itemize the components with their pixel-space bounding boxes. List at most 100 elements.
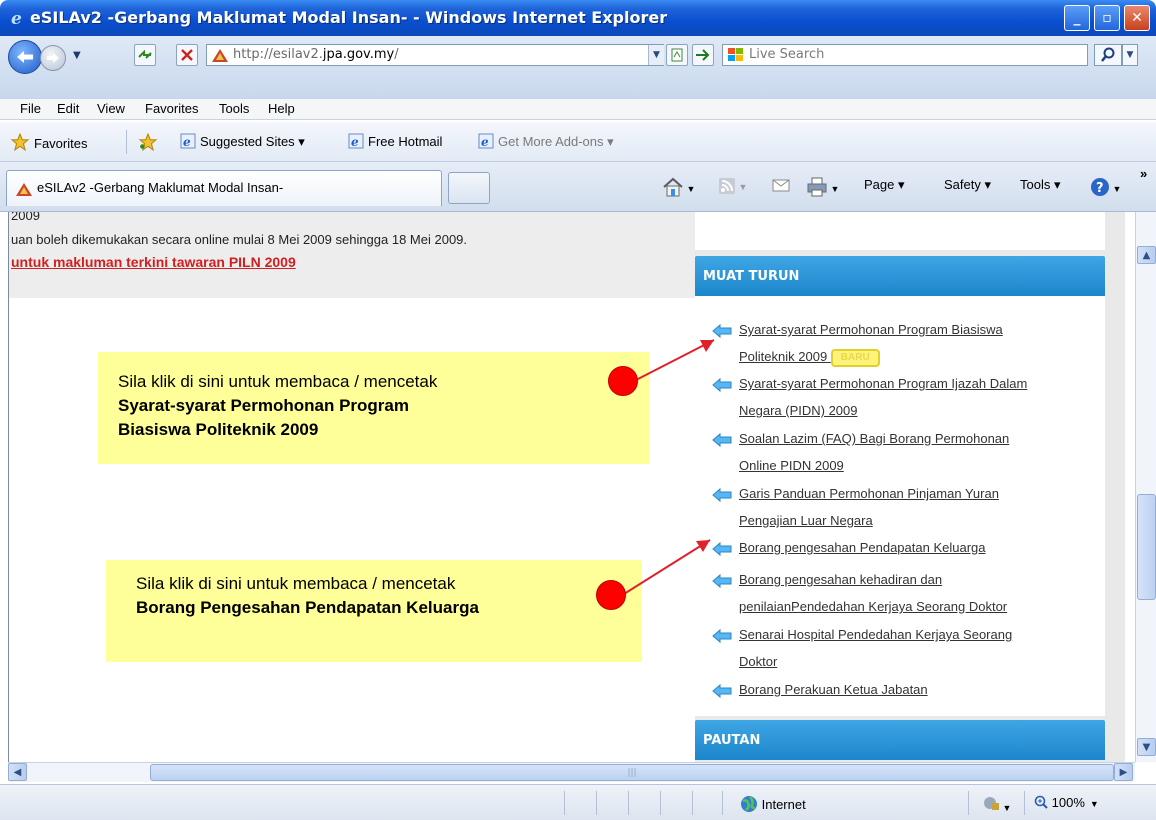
- ie-page-icon: e: [478, 133, 494, 149]
- status-divider: [596, 791, 597, 815]
- new-tab-button[interactable]: [448, 172, 490, 204]
- forward-button[interactable]: [40, 45, 66, 71]
- address-dropdown-icon[interactable]: ▼: [648, 45, 664, 65]
- minimize-button[interactable]: _: [1064, 5, 1090, 31]
- favorites-bar: Favorites e Suggested Sites ▾ e Free Hotma…: [0, 122, 1156, 162]
- print-button[interactable]: ▼: [806, 177, 839, 200]
- download-item-line1[interactable]: Borang pengesahan Pendapatan Keluarga: [739, 540, 986, 555]
- fav-get-more-addons[interactable]: e Get More Add-ons ▾: [478, 133, 614, 150]
- svg-text:e: e: [183, 135, 191, 149]
- piln-2009-link[interactable]: untuk makluman terkini tawaran PILN 2009: [11, 254, 296, 270]
- menu-tools[interactable]: Tools: [219, 101, 249, 116]
- close-button[interactable]: ✕: [1124, 5, 1150, 31]
- download-item-line1[interactable]: Senarai Hospital Pendedahan Kerjaya Seor…: [739, 627, 1012, 642]
- horizontal-scrollbar[interactable]: ◀ ||| ▶: [8, 762, 1135, 782]
- compatibility-view-button[interactable]: [134, 44, 156, 66]
- toolbar-overflow-chevron[interactable]: »: [1140, 166, 1147, 181]
- tools-menu[interactable]: Tools ▾: [1020, 177, 1061, 193]
- zoom-magnifier-icon: [1034, 795, 1048, 809]
- search-input[interactable]: Live Search: [722, 44, 1088, 66]
- scroll-right-icon[interactable]: ▶: [1114, 763, 1133, 781]
- download-item-line1[interactable]: Garis Panduan Permohonan Pinjaman Yuran: [739, 486, 999, 501]
- forward-arrow-icon: [47, 53, 59, 63]
- horizontal-scroll-thumb[interactable]: |||: [150, 764, 1114, 781]
- scroll-left-icon[interactable]: ◀: [8, 763, 27, 781]
- download-item-line2[interactable]: Pengajian Luar Negara: [739, 513, 873, 528]
- tab-title: eSILAv2 -Gerbang Maklumat Modal Insan-: [37, 180, 284, 195]
- announcement-year: 2009: [11, 212, 40, 223]
- security-zone[interactable]: Internet: [740, 795, 806, 813]
- fav-free-hotmail[interactable]: e Free Hotmail: [348, 133, 442, 149]
- download-item-line1[interactable]: Syarat-syarat Permohonan Program Ijazah …: [739, 376, 1027, 391]
- protected-mode-button[interactable]: ▼: [982, 795, 1011, 814]
- recent-pages-dropdown-icon[interactable]: ▼: [73, 50, 81, 61]
- search-options-dropdown-icon[interactable]: ▼: [1122, 44, 1138, 66]
- download-item-line2[interactable]: Negara (PIDN) 2009: [739, 403, 858, 418]
- announcement-area: 2009 uan boleh dikemukakan secara online…: [9, 212, 695, 298]
- favbar-divider: [126, 130, 127, 154]
- stop-button[interactable]: [176, 44, 198, 66]
- tab-active[interactable]: eSILAv2 -Gerbang Maklumat Modal Insan-: [6, 170, 442, 206]
- vertical-scroll-thumb[interactable]: [1137, 494, 1156, 600]
- callout-1-bold-line2: Biasiswa Politeknik 2009: [118, 420, 319, 439]
- status-divider: [722, 791, 723, 815]
- safety-menu[interactable]: Safety ▾: [944, 177, 991, 193]
- download-item-line2[interactable]: penilaianPendedahan Kerjaya Seorang Dokt…: [739, 599, 1007, 614]
- site-favicon-icon: [16, 183, 32, 196]
- muat-turun-header: MUAT TURUN: [695, 256, 1105, 296]
- zoom-control[interactable]: 100% ▼: [1034, 795, 1099, 810]
- search-button[interactable]: [1094, 44, 1122, 66]
- download-arrow-icon: [712, 487, 732, 503]
- callout-dot-1: [608, 366, 638, 396]
- page-icon: [671, 48, 683, 62]
- menu-file[interactable]: File: [20, 101, 41, 116]
- title-bar[interactable]: e eSILAv2 -Gerbang Maklumat Modal Insan-…: [0, 0, 1156, 36]
- help-button[interactable]: ? ▼: [1090, 177, 1121, 200]
- download-item-line2[interactable]: Doktor: [739, 654, 777, 669]
- magnifier-icon: [1101, 47, 1115, 62]
- maximize-button[interactable]: ▫: [1094, 5, 1120, 31]
- announcement-link[interactable]: untuk makluman terkini tawaran PILN 2009: [11, 254, 296, 270]
- read-mail-button[interactable]: [772, 177, 790, 196]
- favorites-button[interactable]: Favorites: [10, 133, 87, 151]
- download-item-line1[interactable]: Borang pengesahan kehadiran dan: [739, 572, 942, 587]
- feeds-button[interactable]: ▼: [718, 177, 747, 198]
- menu-edit[interactable]: Edit: [57, 101, 79, 116]
- favorites-label: Favorites: [34, 136, 88, 151]
- download-item-line2[interactable]: Online PIDN 2009: [739, 458, 844, 473]
- menu-view[interactable]: View: [97, 101, 125, 116]
- download-arrow-icon: [712, 541, 732, 557]
- scroll-up-icon[interactable]: ▲: [1137, 246, 1156, 264]
- go-button[interactable]: [692, 44, 714, 66]
- download-item-line1[interactable]: Soalan Lazim (FAQ) Bagi Borang Permohona…: [739, 431, 1009, 446]
- download-arrow-icon: [712, 573, 732, 589]
- fav-get-more-addons-label: Get More Add-ons ▾: [498, 134, 614, 149]
- add-favorite-star-icon: [138, 133, 158, 151]
- printer-icon: [807, 177, 827, 197]
- go-arrow-icon: [696, 49, 710, 61]
- fav-suggested-sites[interactable]: e Suggested Sites ▾: [180, 133, 305, 150]
- download-item-line1[interactable]: Borang Perakuan Ketua Jabatan: [739, 682, 928, 697]
- add-to-favorites-bar-button[interactable]: [138, 133, 162, 151]
- status-divider: [564, 791, 565, 815]
- download-item-line1[interactable]: Syarat-syarat Permohonan Program Biasisw…: [739, 322, 1003, 337]
- download-item-line2[interactable]: Politeknik 2009: [739, 349, 827, 364]
- window-title: eSILAv2 -Gerbang Maklumat Modal Insan- -…: [30, 8, 668, 27]
- menu-favorites[interactable]: Favorites: [145, 101, 198, 116]
- home-button[interactable]: ▼: [662, 177, 695, 200]
- scroll-down-icon[interactable]: ▼: [1137, 738, 1156, 756]
- callout-dot-2: [596, 580, 626, 610]
- address-field[interactable]: http://esilav2.jpa.gov.my/: [206, 44, 664, 66]
- announcement-text: uan boleh dikemukakan secara online mula…: [11, 232, 468, 247]
- sidebar-top-box: [695, 212, 1105, 250]
- lock-globe-icon: [984, 797, 999, 810]
- menu-help[interactable]: Help: [268, 101, 295, 116]
- ie-page-icon: e: [180, 133, 196, 149]
- vertical-scrollbar[interactable]: ▲ ▼: [1135, 212, 1156, 762]
- compat-view-button[interactable]: [666, 44, 688, 66]
- back-button[interactable]: [8, 40, 42, 74]
- svg-text:?: ?: [1096, 181, 1104, 196]
- home-icon: [663, 177, 683, 197]
- page-menu[interactable]: Page ▾: [864, 177, 905, 193]
- url-prefix: http://esilav2.: [233, 47, 323, 62]
